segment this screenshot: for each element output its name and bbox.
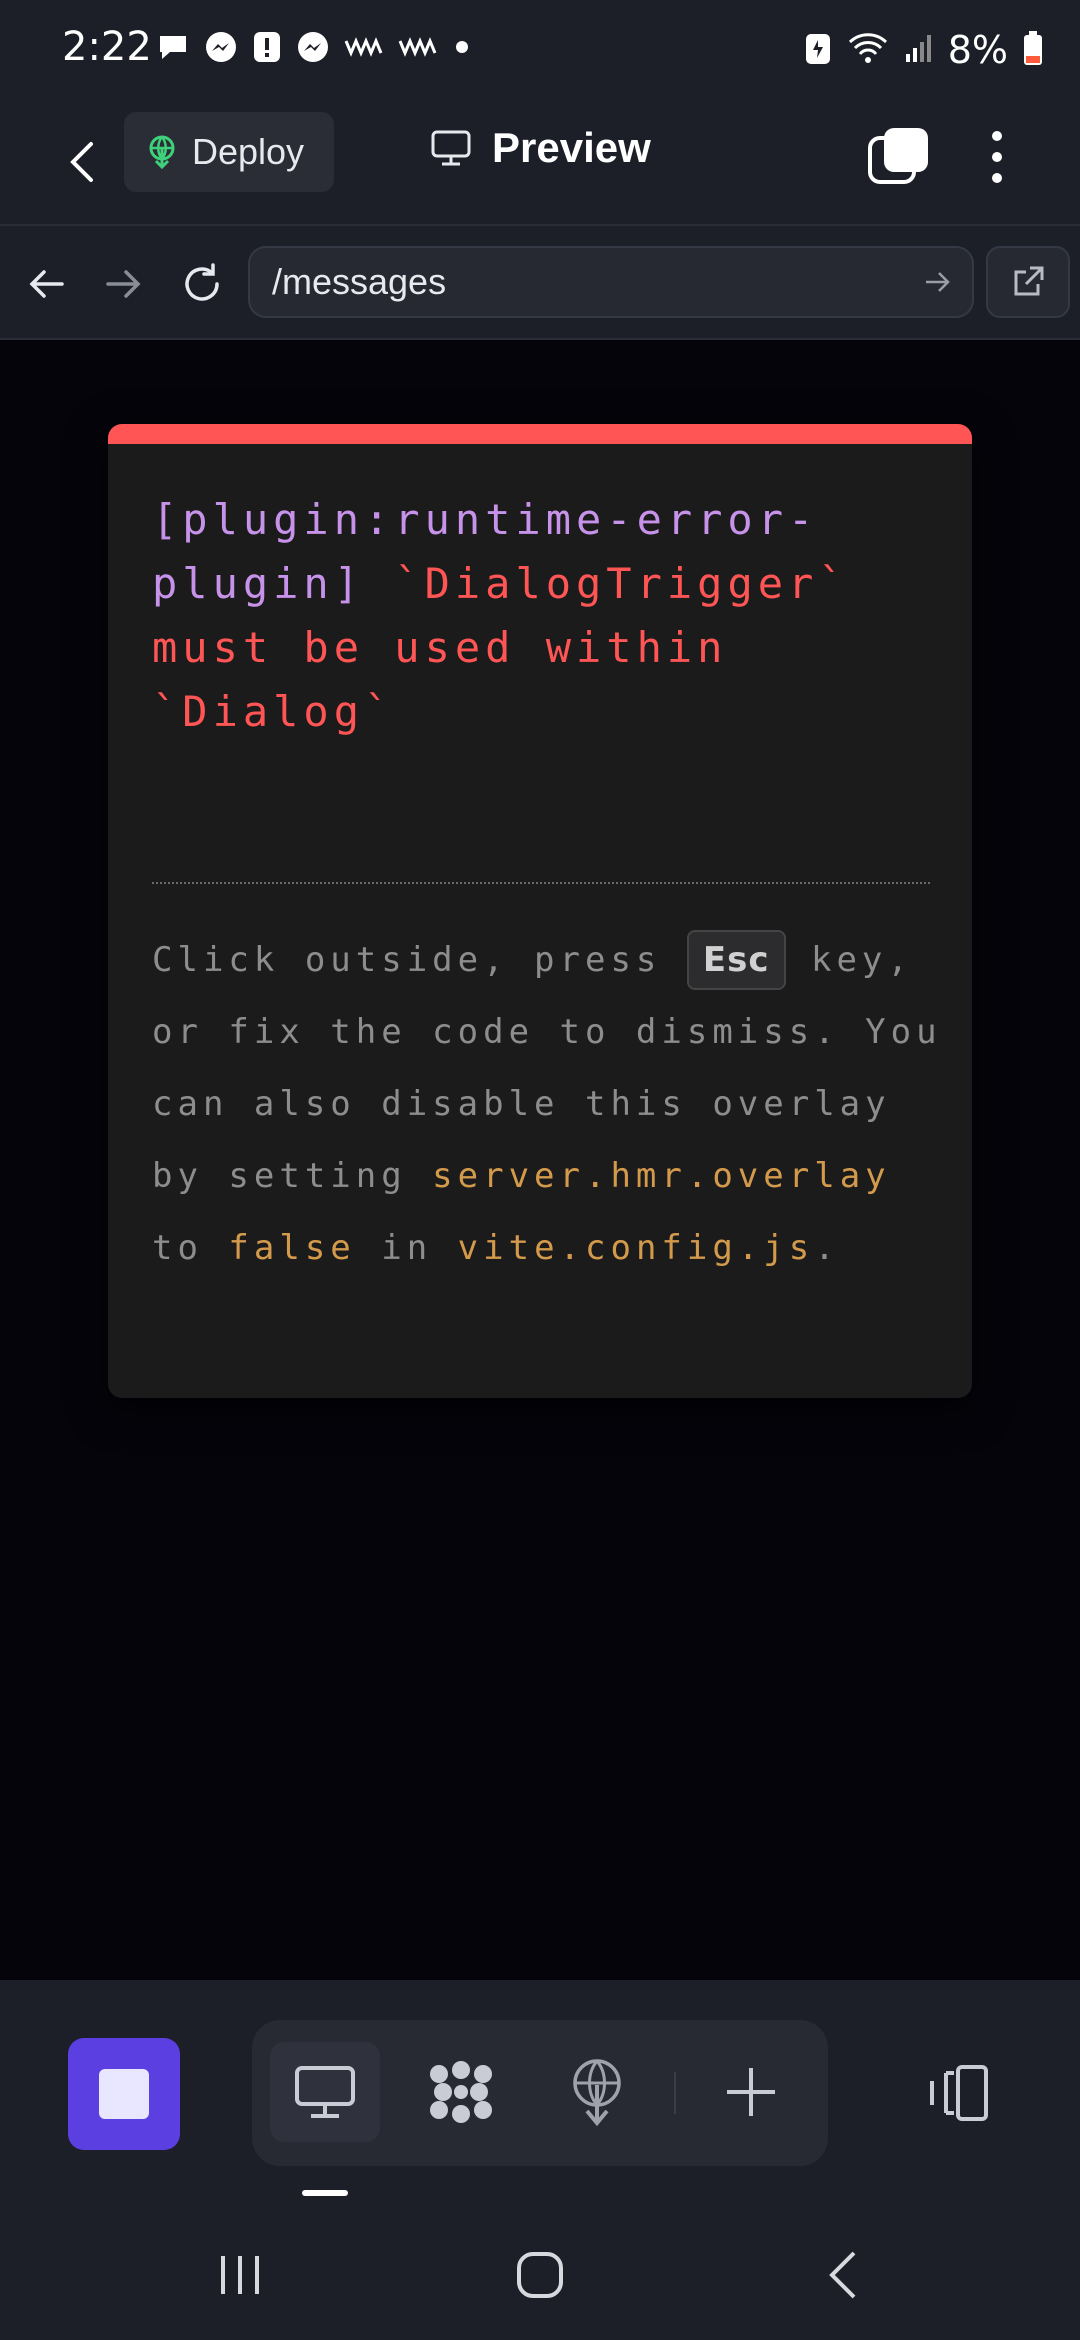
external-link-icon: [1014, 266, 1044, 296]
signal-icon: [904, 32, 934, 69]
tool-deploy[interactable]: [542, 2042, 652, 2142]
wifi-icon: [846, 30, 890, 71]
recents-icon: [221, 2256, 259, 2294]
home-button[interactable]: [500, 2240, 580, 2310]
chat-bubble-icon: [156, 30, 190, 64]
recents-button[interactable]: [200, 2240, 280, 2310]
tabs-icon: [868, 128, 928, 184]
preview-title: Preview: [430, 124, 651, 172]
wavy-icon: [344, 37, 384, 57]
deploy-label: Deploy: [192, 131, 305, 172]
battery-saver-icon: [804, 30, 832, 71]
tip-text: in: [355, 1228, 458, 1268]
system-status: 8%: [804, 28, 1044, 72]
dismiss-tip: Click outside, press Esc key, or fix the…: [152, 924, 952, 1284]
system-back-button[interactable]: [804, 2240, 884, 2310]
back-button[interactable]: [52, 130, 112, 194]
status-time: 2:22: [62, 24, 152, 70]
code-vite-config: vite.config.js: [457, 1228, 815, 1268]
battery-icon: [1022, 30, 1044, 71]
browser-forward-button[interactable]: [94, 254, 154, 314]
reload-icon: [185, 263, 219, 301]
more-options-button[interactable]: [974, 122, 1020, 192]
preview-viewport[interactable]: [plugin:runtime-error-plugin] `DialogTri…: [0, 340, 1080, 1980]
code-false: false: [228, 1228, 356, 1268]
chevron-left-icon: [829, 2251, 856, 2299]
panel-toggle-button[interactable]: [918, 2048, 998, 2138]
tool-add[interactable]: [696, 2042, 806, 2142]
deploy-button[interactable]: Deploy: [124, 112, 334, 192]
browser-back-button[interactable]: [16, 254, 76, 314]
code-hmr-overlay: server.hmr.overlay: [432, 1156, 891, 1196]
url-input[interactable]: /messages: [248, 246, 974, 318]
arrow-left-icon: [29, 270, 64, 298]
error-overlay[interactable]: [plugin:runtime-error-plugin] `DialogTri…: [108, 424, 972, 1398]
tool-preview[interactable]: [270, 2042, 380, 2142]
more-vertical-icon: [992, 131, 1002, 183]
tip-text: to: [152, 1228, 229, 1268]
panel-toggle-icon: [930, 2065, 988, 2121]
messenger-icon: [204, 30, 238, 64]
home-icon: [517, 2252, 563, 2298]
arrow-right-icon: [926, 272, 950, 292]
tool-separator: [674, 2072, 676, 2114]
error-stripe: [108, 424, 972, 444]
chevron-left-icon: [70, 142, 93, 182]
wavy-icon: [398, 37, 438, 57]
error-message: [plugin:runtime-error-plugin] `DialogTri…: [152, 488, 952, 744]
url-row: /messages: [0, 224, 1080, 340]
divider: [152, 882, 930, 884]
preview-label: Preview: [492, 124, 651, 171]
notification-icons: [156, 30, 472, 64]
desktop-icon: [295, 2066, 355, 2118]
tool-group: [252, 2020, 828, 2166]
tabs-button[interactable]: [864, 122, 934, 192]
agent-icon: [430, 2061, 492, 2123]
tool-agent[interactable]: [406, 2042, 516, 2142]
deploy-icon: [573, 2059, 621, 2127]
app-header: Deploy Preview: [0, 100, 1080, 224]
messenger-icon: [296, 30, 330, 64]
tip-text: .: [814, 1228, 840, 1268]
arrow-right-icon: [106, 270, 141, 298]
tab-indicator: [302, 2190, 348, 2196]
open-external-button[interactable]: [986, 246, 1070, 318]
url-text: /messages: [272, 261, 447, 302]
stop-icon: [99, 2069, 149, 2119]
tip-text: Click outside, press: [152, 940, 687, 980]
esc-key: Esc: [686, 930, 786, 990]
alert-icon: [252, 30, 282, 64]
dot-icon: [452, 37, 472, 57]
system-nav-bar: [0, 2200, 1080, 2340]
deploy-icon: [149, 135, 175, 169]
status-bar: 2:22 8%: [0, 0, 1080, 100]
plus-icon: [727, 2068, 775, 2116]
bottom-toolbar: [0, 1980, 1080, 2180]
reload-button[interactable]: [172, 254, 232, 314]
go-button[interactable]: [918, 262, 958, 302]
stop-button[interactable]: [68, 2038, 180, 2150]
monitor-icon: [431, 130, 471, 166]
battery-percent: 8%: [947, 28, 1008, 72]
